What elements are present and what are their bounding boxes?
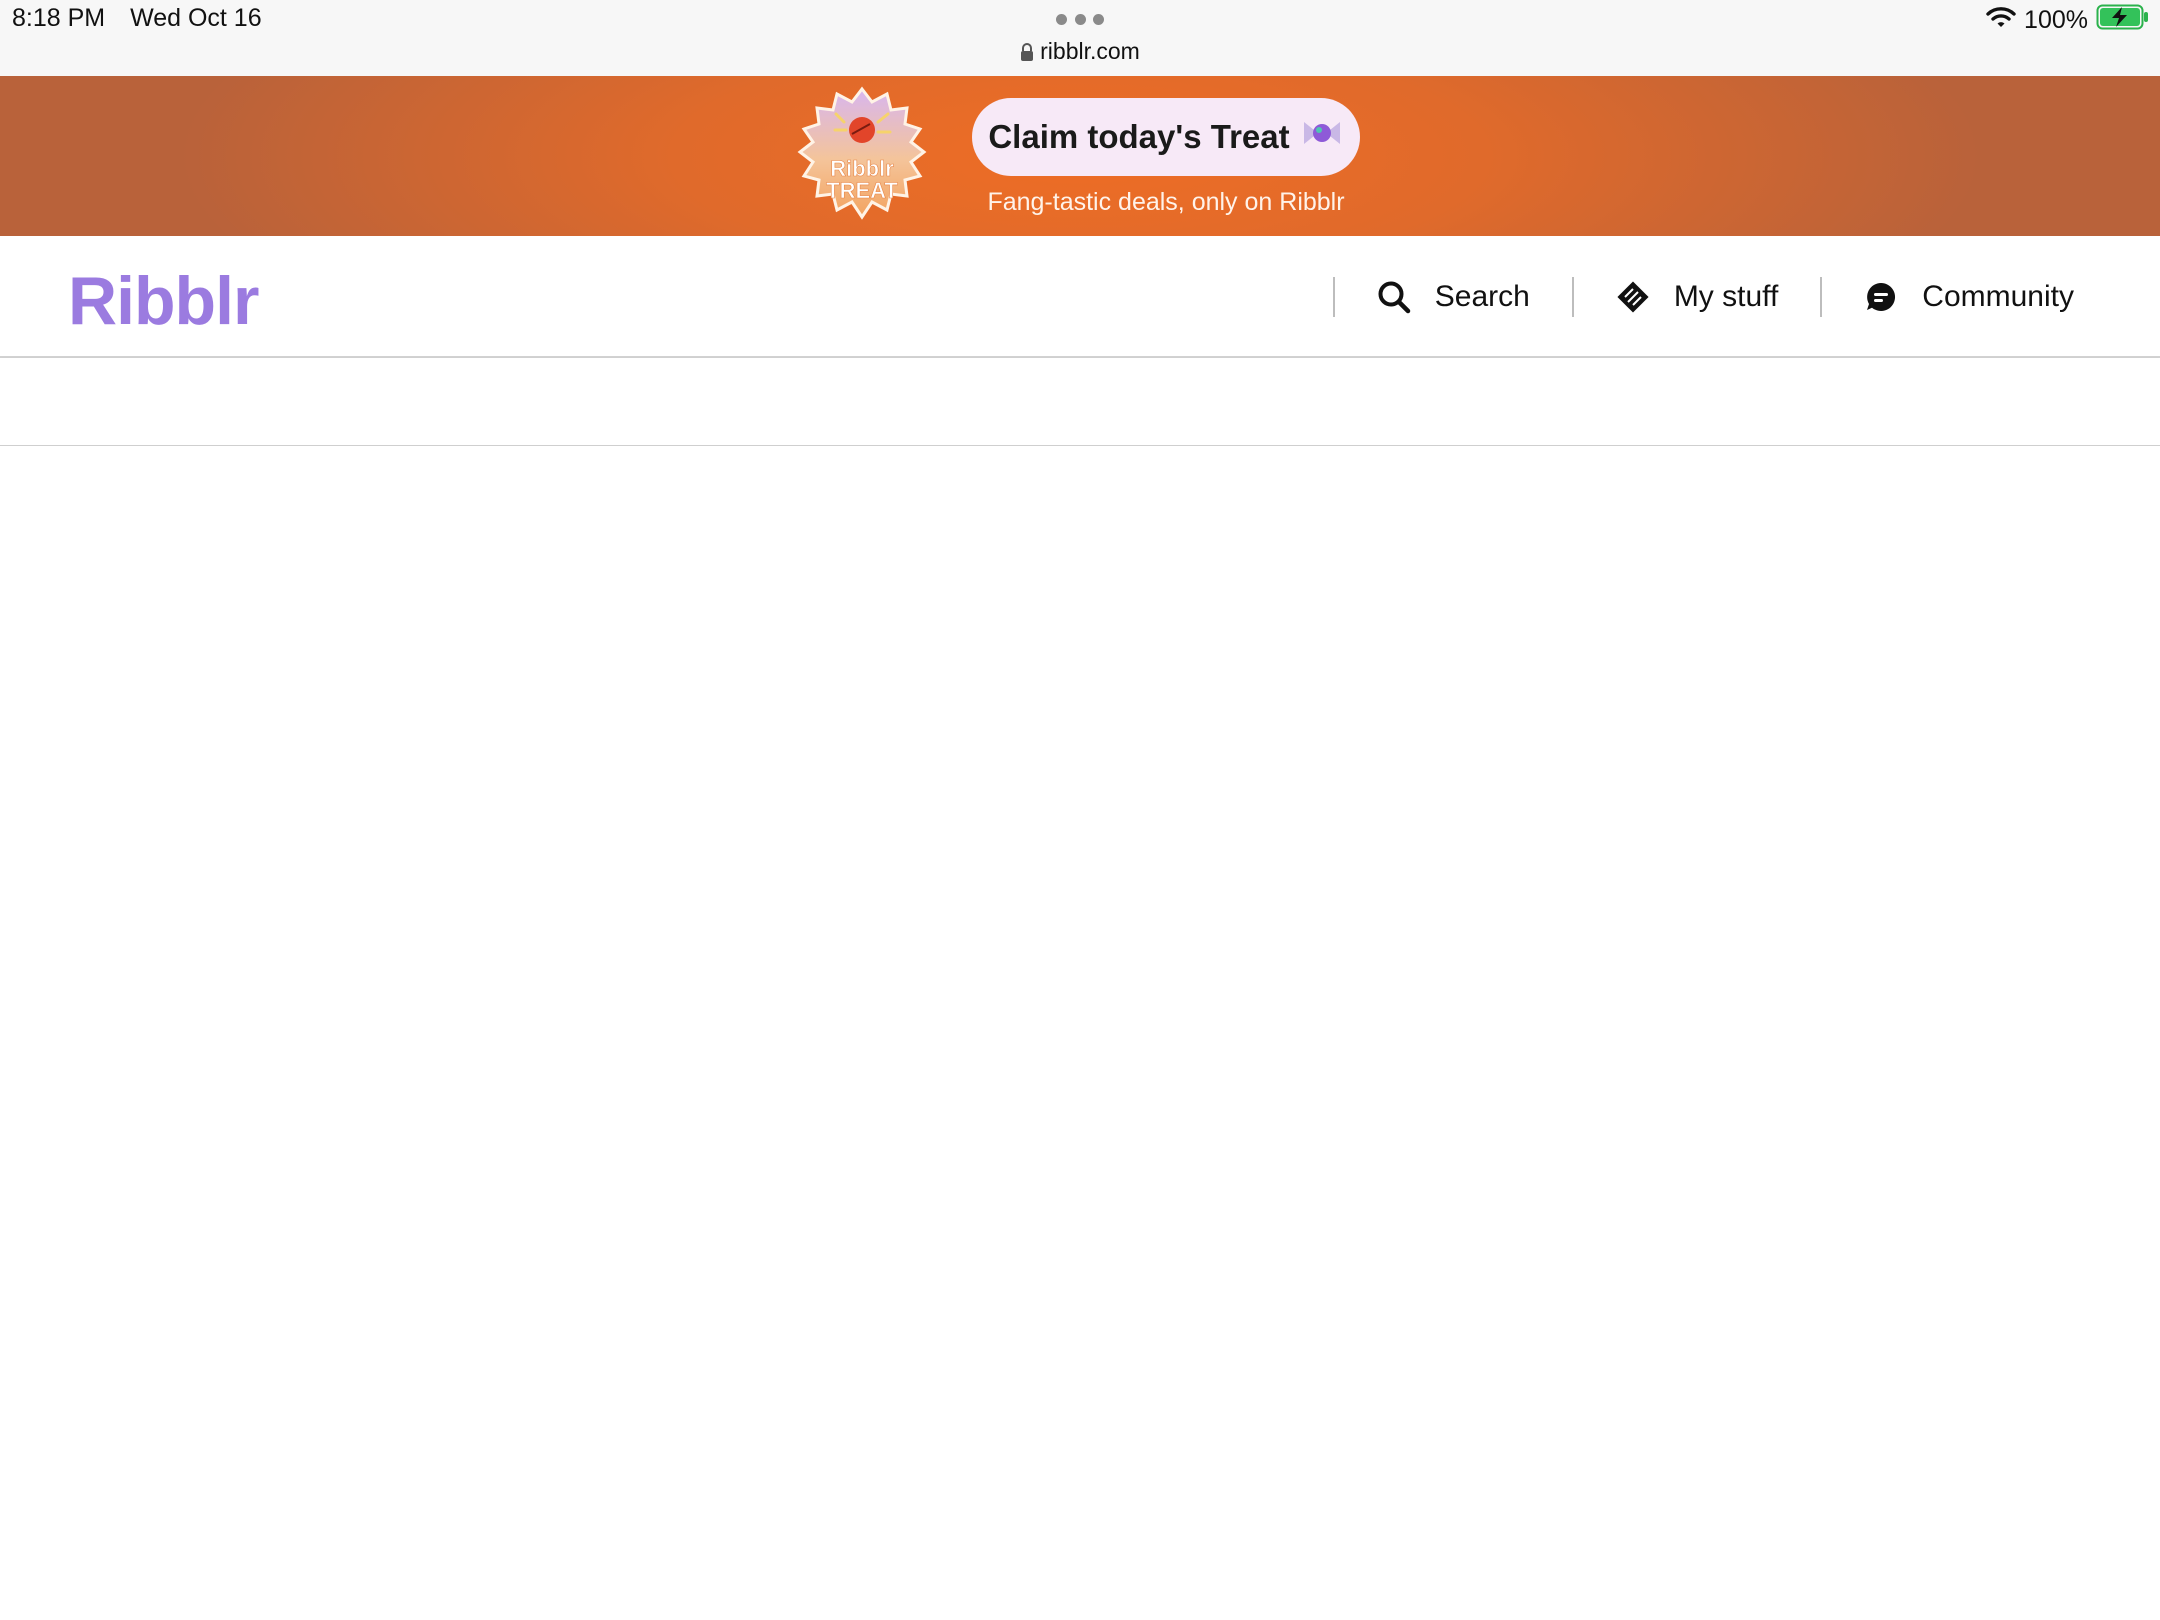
status-bar: 8:18 PM Wed Oct 16 ribblr.com 100% (0, 0, 2160, 76)
candy-icon (1300, 118, 1344, 156)
nav-divider (1571, 277, 1574, 317)
lock-icon (1020, 40, 1034, 67)
promo-banner: Ribblr TREAT Claim today's Treat Fang-ta… (0, 76, 2160, 236)
badge-text-2: TREAT (826, 178, 898, 203)
ribblr-logo[interactable]: Ribblr (68, 262, 259, 340)
claim-treat-label: Claim today's Treat (988, 118, 1290, 155)
main-content (0, 446, 2160, 1620)
nav-divider (1820, 277, 1823, 317)
main-nav: Search My stuff Community (1291, 272, 2074, 322)
search-icon (1378, 281, 1410, 314)
my-stuff-icon (1617, 281, 1649, 313)
claim-treat-button[interactable]: Claim today's Treat (972, 98, 1360, 176)
status-date: Wed Oct 16 (130, 4, 262, 32)
battery-percent: 100% (2024, 5, 2088, 34)
sub-navigation-bar (0, 358, 2160, 446)
nav-my-stuff[interactable]: My stuff (1616, 280, 1778, 314)
treat-badge-icon[interactable]: Ribblr TREAT (792, 86, 932, 226)
address-url: ribblr.com (1040, 38, 1140, 64)
chat-bubble-icon (1867, 282, 1896, 311)
nav-community-label: Community (1922, 280, 2074, 313)
address-bar[interactable]: ribblr.com (0, 38, 2160, 67)
nav-search-label: Search (1434, 280, 1530, 313)
nav-divider (1332, 277, 1335, 317)
status-indicators: 100% (1986, 4, 2150, 36)
nav-community[interactable]: Community (1864, 280, 2074, 314)
status-time-date: 8:18 PM Wed Oct 16 (12, 4, 280, 33)
site-header: Ribblr Search My stuff Community (0, 236, 2160, 358)
promo-subtitle: Fang-tastic deals, only on Ribblr (987, 188, 1345, 216)
more-dots-icon[interactable] (1056, 14, 1104, 26)
wifi-icon (1986, 5, 2016, 36)
nav-my-stuff-label: My stuff (1673, 280, 1779, 313)
battery-charging-icon (2096, 4, 2150, 37)
status-time: 8:18 PM (12, 4, 106, 32)
nav-search[interactable]: Search (1377, 280, 1530, 314)
